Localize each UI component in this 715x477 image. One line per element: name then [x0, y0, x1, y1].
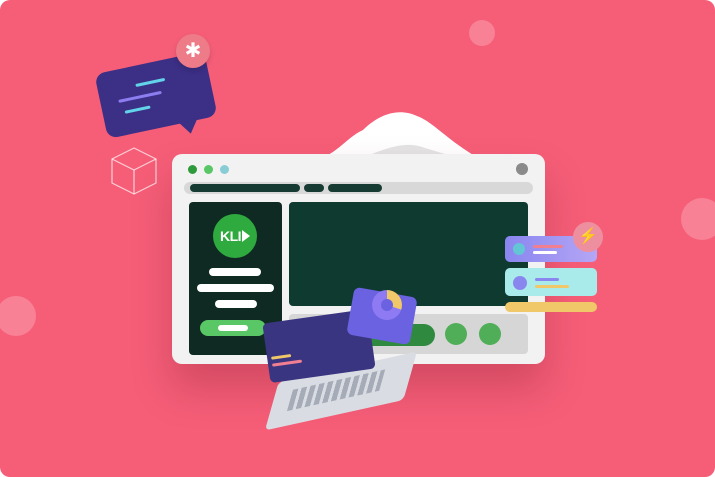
- window-dot-teal: [220, 165, 229, 174]
- decor-bubble: [0, 296, 36, 336]
- text-line: [197, 284, 274, 292]
- play-icon: [242, 230, 251, 242]
- chat-line: [124, 105, 151, 114]
- card-line: [533, 245, 563, 248]
- illustration-canvas: ✱ KLI ⚡: [0, 0, 715, 477]
- address-segment: [328, 184, 382, 192]
- info-card: [505, 268, 597, 296]
- text-line: [209, 268, 261, 276]
- brand-logo: KLI: [213, 214, 257, 258]
- sidebar-button[interactable]: [200, 320, 266, 336]
- card-line: [535, 285, 569, 288]
- decor-bubble: [681, 198, 715, 240]
- screen-line: [272, 359, 303, 367]
- cube-icon: [111, 147, 157, 195]
- address-bar[interactable]: [184, 182, 533, 194]
- round-button[interactable]: [479, 323, 501, 345]
- address-segment: [190, 184, 300, 192]
- window-dot-green: [188, 165, 197, 174]
- gear-icon: ✱: [176, 34, 210, 68]
- card-icon: [513, 276, 527, 290]
- card-icon: [513, 243, 525, 255]
- chat-line: [135, 77, 166, 88]
- info-bar: [505, 302, 597, 312]
- card-line: [535, 278, 559, 281]
- chat-line: [118, 90, 162, 103]
- map-pin-icon: [372, 290, 402, 320]
- sidebar-button-label: [218, 325, 248, 331]
- window-dot-lightgreen: [204, 165, 213, 174]
- content-panel: [289, 202, 528, 306]
- decor-bubble: [469, 20, 495, 46]
- card-line: [533, 251, 557, 254]
- round-button[interactable]: [445, 323, 467, 345]
- lightning-icon: ⚡: [573, 222, 603, 252]
- window-control[interactable]: [516, 163, 528, 175]
- screen-line: [271, 353, 292, 360]
- address-segment: [304, 184, 324, 192]
- text-line: [215, 300, 257, 308]
- logo-text: KLI: [219, 228, 242, 244]
